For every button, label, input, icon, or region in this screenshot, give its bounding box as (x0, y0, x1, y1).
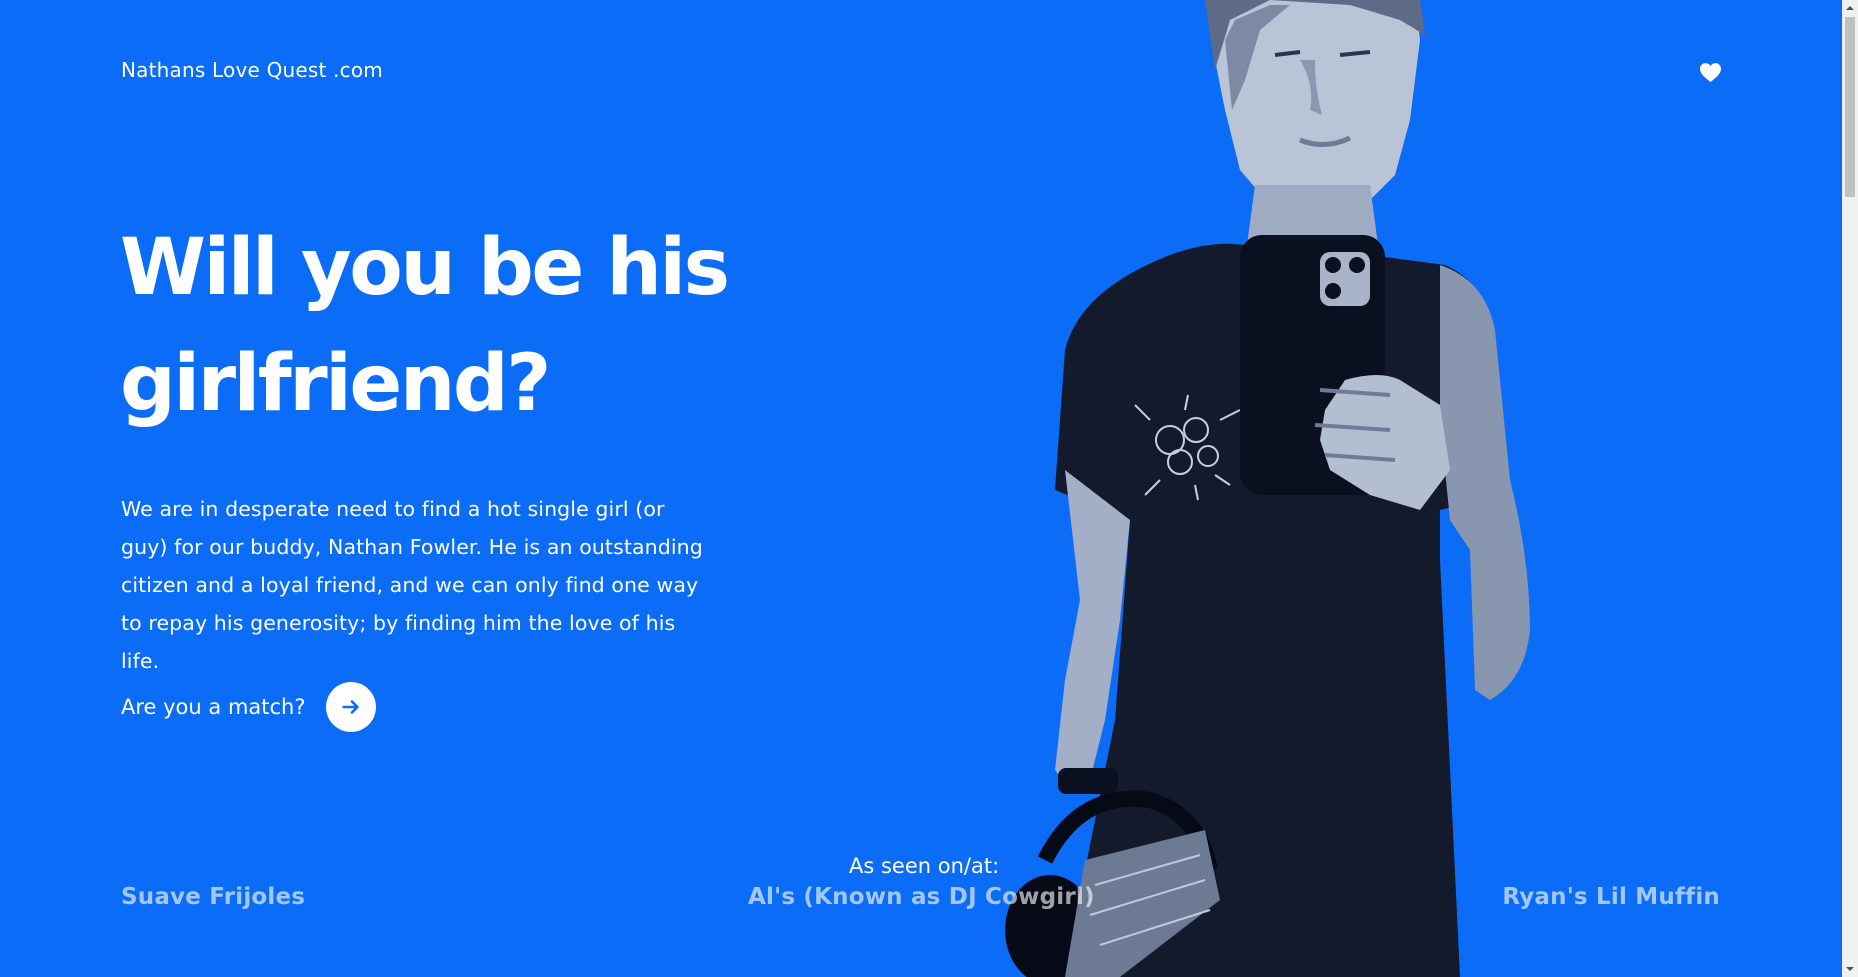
cta-label[interactable]: Are you a match? (121, 695, 306, 719)
hero-title: Will you be his girlfriend? (120, 223, 730, 429)
hero-description: We are in desperate need to find a hot s… (121, 497, 703, 673)
seen-on-label: As seen on/at: (849, 854, 1000, 878)
hero-photo (1005, 0, 1530, 977)
cta-arrow-button[interactable] (325, 682, 376, 732)
match-cta[interactable]: Are you a match? (121, 682, 376, 732)
brand-logo-suave-frijoles: Suave Frijoles (121, 884, 306, 910)
scroll-down-arrow-icon[interactable] (1842, 961, 1858, 977)
site-title[interactable]: Nathans Love Quest .com (121, 58, 383, 82)
scroll-thumb[interactable] (1845, 17, 1855, 197)
landing-page: Nathans Love Quest .com Will you be his … (0, 0, 1842, 977)
arrow-right-icon (341, 700, 359, 714)
brand-logo-als: Al's (Known as DJ Cowgirl) (748, 884, 1095, 910)
page-scrollbar[interactable] (1842, 0, 1858, 977)
brand-logo-ryans-lil-muffin: Ryan's Lil Muffin (1502, 884, 1720, 910)
heart-icon[interactable] (1699, 62, 1722, 83)
scroll-up-arrow-icon[interactable] (1842, 0, 1858, 16)
